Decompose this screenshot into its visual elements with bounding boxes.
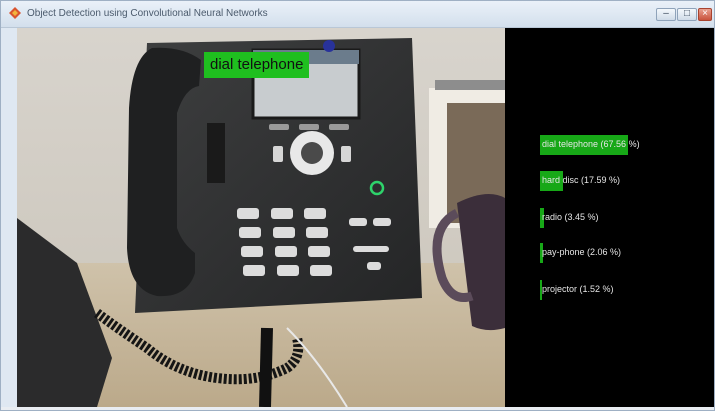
result-label: hard disc (17.59 %) — [542, 175, 621, 185]
result-row: hard disc (17.59 %) — [540, 171, 710, 191]
result-row: dial telephone (67.56 %) — [540, 135, 710, 155]
result-label: radio (3.45 %) — [542, 212, 599, 222]
result-label: pay-phone (2.06 %) — [542, 247, 622, 257]
close-button[interactable]: × — [698, 8, 712, 21]
camera-scene — [17, 28, 505, 407]
result-label: dial telephone (67.56 %) — [542, 139, 640, 149]
minimize-icon: – — [663, 8, 669, 19]
title-bar[interactable]: Object Detection using Convolutional Neu… — [1, 1, 714, 28]
maximize-icon: □ — [683, 8, 691, 19]
detection-label: dial telephone — [204, 52, 310, 78]
result-row: radio (3.45 %) — [540, 208, 710, 228]
result-row: projector (1.52 %) — [540, 280, 710, 300]
result-row: pay-phone (2.06 %) — [540, 243, 710, 263]
result-label: projector (1.52 %) — [542, 284, 614, 294]
camera-feed: dial telephone — [17, 28, 505, 407]
results-panel: dial telephone (67.56 %) hard disc (17.59… — [505, 28, 714, 407]
app-icon — [9, 7, 21, 19]
close-icon: × — [702, 8, 708, 19]
window-title: Object Detection using Convolutional Neu… — [27, 8, 268, 19]
maximize-button[interactable]: □ — [677, 8, 697, 21]
minimize-button[interactable]: – — [656, 8, 676, 21]
app-window: Object Detection using Convolutional Neu… — [0, 0, 715, 411]
window-bottom-edge — [1, 407, 714, 410]
